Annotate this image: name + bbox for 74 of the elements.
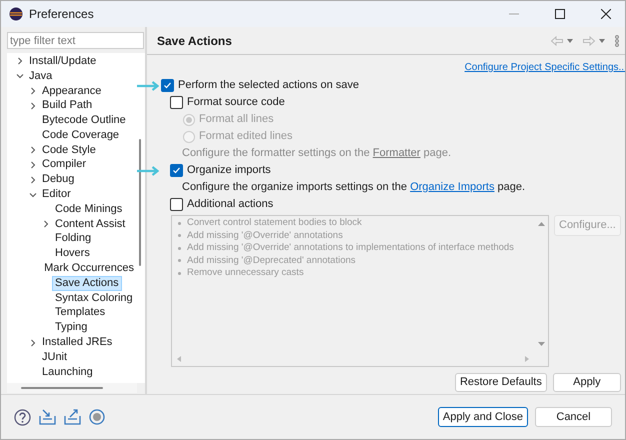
filter-field[interactable]: type filter text	[7, 32, 144, 49]
app-logo-icon	[9, 7, 23, 21]
tree-item[interactable]: JUnit	[39, 350, 70, 365]
close-icon[interactable]	[601, 9, 611, 19]
action-item: Remove unnecessary casts	[187, 266, 304, 280]
export-icon[interactable]	[64, 409, 81, 425]
tree-item[interactable]: Syntax Coloring	[52, 290, 136, 306]
chevron-right-icon[interactable]	[42, 220, 50, 228]
dropdown-icon[interactable]	[598, 38, 605, 42]
chevron-down-icon[interactable]	[28, 190, 36, 199]
dialog-button[interactable]: Apply	[552, 373, 621, 392]
tree-item[interactable]: Templates	[52, 305, 108, 320]
tree-item[interactable]: Editor	[39, 187, 74, 202]
window-title: Preferences	[29, 6, 94, 23]
chevron-right-icon[interactable]	[16, 57, 24, 66]
hint-text: Configure the organize imports settings on the Organize Imports page.	[181, 180, 526, 195]
scrollbar-thumb[interactable]	[21, 387, 103, 389]
tree-item[interactable]: Bytecode Outline	[39, 113, 129, 128]
chevron-right-icon[interactable]	[28, 86, 36, 95]
tree-item[interactable]: Compiler	[39, 157, 90, 172]
chevron-right-icon[interactable]	[28, 338, 36, 347]
checkbox[interactable]	[170, 198, 183, 211]
menu-icon[interactable]	[614, 34, 619, 46]
tree-item[interactable]: Typing	[52, 320, 90, 336]
arrow-icon	[137, 80, 159, 90]
tree-item[interactable]: Folding	[52, 231, 94, 246]
tree-item[interactable]: Content Assist	[52, 216, 128, 232]
tree-item[interactable]: Code Coverage	[39, 128, 122, 143]
checkbox-label: Perform the selected actions on save	[178, 78, 359, 94]
dialog-button[interactable]: Cancel	[535, 407, 612, 427]
help-icon[interactable]	[14, 408, 31, 426]
checkmark-icon	[163, 81, 172, 90]
tree-item[interactable]: Save Actions	[52, 276, 122, 291]
chevron-right-icon[interactable]	[28, 102, 36, 110]
import-icon[interactable]	[39, 409, 56, 425]
action-item: Add missing '@Deprecated' annotations	[187, 254, 356, 268]
checkbox[interactable]	[161, 79, 174, 92]
scrollbar-thumb[interactable]	[139, 139, 141, 266]
tree-item[interactable]: Build Path	[39, 98, 96, 114]
checkbox[interactable]	[170, 96, 183, 109]
checkbox-label: Organize imports	[187, 163, 271, 178]
dropdown-icon[interactable]	[566, 38, 573, 42]
tree-item[interactable]: Launching	[39, 364, 96, 380]
record-icon[interactable]	[89, 409, 105, 425]
checkbox[interactable]	[170, 164, 183, 177]
chevron-right-icon[interactable]	[28, 160, 36, 169]
action-item: Add missing '@Override' annotations to implementations of interface methods	[187, 241, 514, 256]
radio-label: Format all lines	[199, 112, 274, 128]
chevron-right-icon[interactable]	[28, 176, 36, 184]
tree-item[interactable]: Code Minings	[52, 202, 126, 217]
chevron-right-icon[interactable]	[28, 146, 36, 154]
tree-item[interactable]: Debug	[39, 172, 78, 188]
tree-item[interactable]: Java	[26, 68, 56, 84]
tree-item[interactable]: Installed JREs	[39, 335, 116, 350]
settings-link[interactable]: Organize Imports	[410, 181, 494, 193]
arrow-icon	[137, 166, 159, 176]
hint-text: Configure the formatter settings on the Formatter page.	[181, 146, 452, 161]
checkmark-icon	[172, 166, 181, 175]
action-item: Add missing '@Override' annotations	[187, 228, 343, 243]
dialog-button[interactable]: Apply and Close	[438, 407, 528, 427]
tree-item[interactable]: Mark Occurrences	[41, 261, 137, 276]
checkbox-label: Additional actions	[187, 197, 274, 212]
maximize-icon[interactable]	[555, 9, 565, 19]
radio-label: Format edited lines	[199, 129, 293, 144]
dialog-button[interactable]: Restore Defaults	[454, 373, 547, 392]
project-settings-link[interactable]: Configure Project Specific Settings...	[464, 60, 625, 77]
page-title: Save Actions	[157, 32, 232, 50]
tree-item[interactable]: Hovers	[52, 246, 93, 262]
action-item: Convert control statement bodies to block	[187, 216, 362, 230]
chevron-down-icon[interactable]	[16, 72, 24, 80]
tree-item[interactable]: Install/Update	[26, 54, 100, 69]
tree-item[interactable]: Code Style	[39, 142, 99, 158]
checkbox-label: Format source code	[187, 95, 285, 110]
tree-item[interactable]: Appearance	[39, 84, 104, 98]
